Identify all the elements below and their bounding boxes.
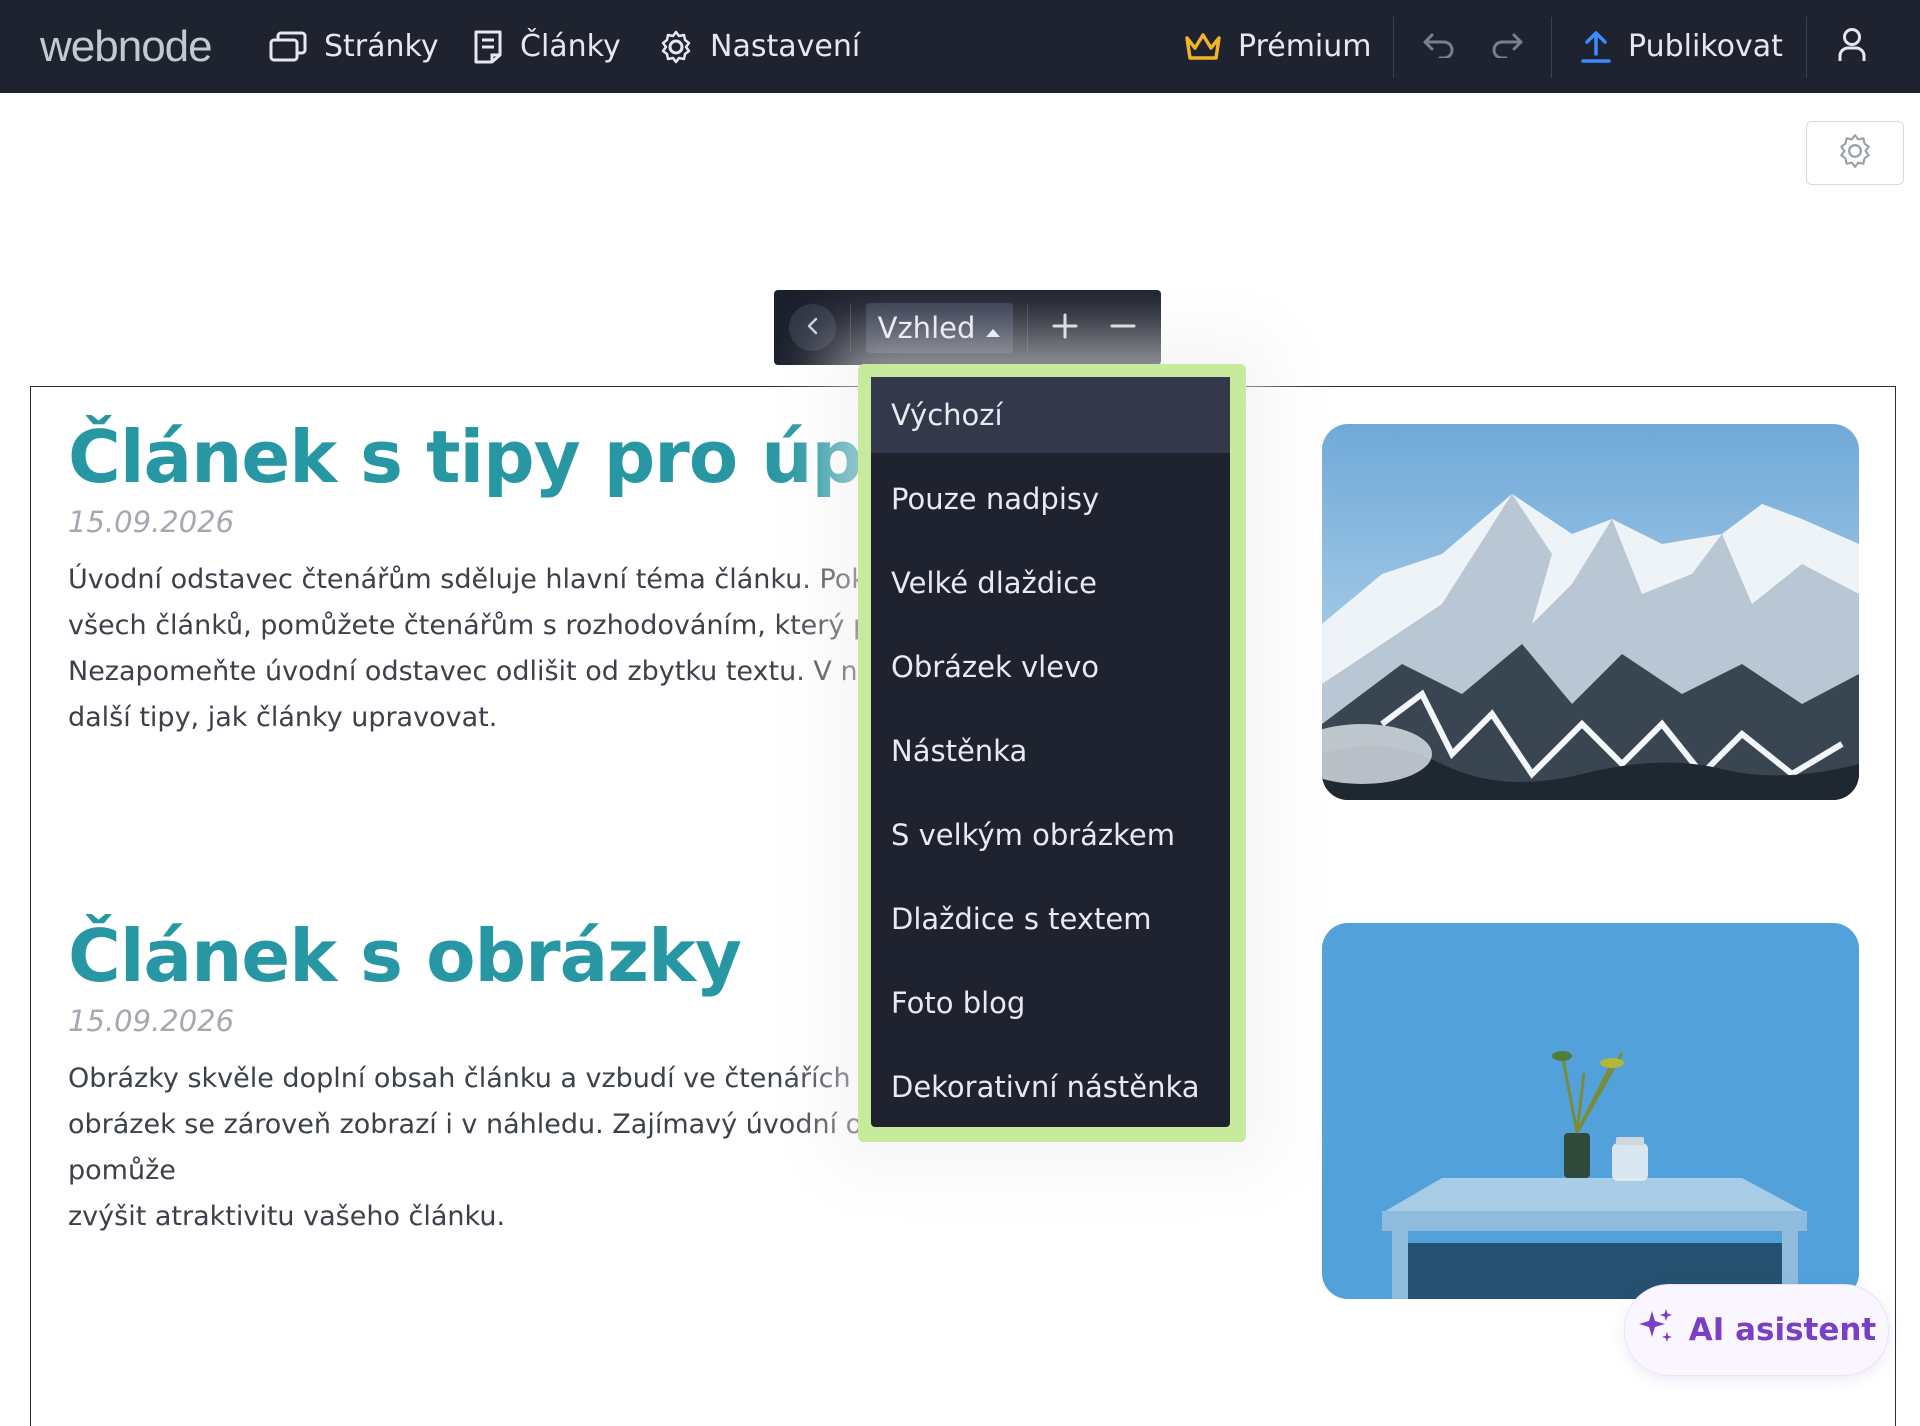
plus-icon bbox=[1052, 313, 1078, 343]
sparkle-icon bbox=[1637, 1307, 1675, 1353]
add-item-button[interactable] bbox=[1040, 303, 1090, 353]
redo-icon bbox=[1490, 32, 1524, 62]
table-vase-image[interactable] bbox=[1322, 923, 1859, 1299]
ai-assistant-button[interactable]: AI asistent bbox=[1624, 1284, 1889, 1376]
article-perex-line: zvýšit atraktivitu vašeho článku. bbox=[68, 1201, 506, 1232]
redo-button[interactable] bbox=[1482, 22, 1532, 72]
undo-icon bbox=[1422, 32, 1456, 62]
back-button[interactable] bbox=[789, 304, 836, 351]
nav-articles[interactable]: Články bbox=[472, 0, 621, 93]
publish-button[interactable]: Publikovat bbox=[1580, 0, 1783, 93]
ai-assistant-label: AI asistent bbox=[1688, 1312, 1877, 1348]
layout-option-nastenka[interactable]: Nástěnka bbox=[871, 713, 1230, 789]
mountain-image[interactable] bbox=[1322, 424, 1859, 800]
remove-item-button[interactable] bbox=[1098, 303, 1148, 353]
appearance-dropdown[interactable]: Vzhled bbox=[866, 303, 1013, 353]
premium-button[interactable]: Prémium bbox=[1184, 0, 1372, 93]
publish-label: Publikovat bbox=[1628, 29, 1783, 64]
layout-option-velke-dlazdice[interactable]: Velké dlaždice bbox=[871, 545, 1230, 621]
webnode-logo[interactable]: webnode bbox=[40, 22, 213, 72]
pages-icon bbox=[268, 30, 308, 64]
appearance-label: Vzhled bbox=[877, 311, 976, 345]
layout-option-vychozi[interactable]: Výchozí bbox=[871, 377, 1230, 453]
nav-pages-label: Stránky bbox=[324, 29, 439, 64]
layout-menu: Výchozí Pouze nadpisy Velké dlaždice Obr… bbox=[858, 364, 1246, 1142]
layout-option-obrazek-vlevo[interactable]: Obrázek vlevo bbox=[871, 629, 1230, 705]
layout-option-foto-blog[interactable]: Foto blog bbox=[871, 965, 1230, 1041]
user-icon bbox=[1837, 27, 1867, 67]
nav-settings[interactable]: Nastavení bbox=[658, 0, 860, 93]
premium-label: Prémium bbox=[1238, 29, 1372, 64]
minus-icon bbox=[1110, 313, 1136, 343]
layout-option-pouze-nadpisy[interactable]: Pouze nadpisy bbox=[871, 461, 1230, 537]
divider bbox=[1027, 304, 1028, 351]
top-bar: webnode Stránky Články Nastavení Prémium bbox=[0, 0, 1920, 93]
chevron-left-icon bbox=[806, 316, 820, 340]
page-settings-button[interactable] bbox=[1806, 121, 1904, 185]
layout-option-dlazdice-s-textem[interactable]: Dlaždice s textem bbox=[871, 881, 1230, 957]
nav-articles-label: Články bbox=[520, 29, 621, 64]
undo-button[interactable] bbox=[1414, 22, 1464, 72]
gear-icon bbox=[1836, 132, 1874, 174]
crown-icon bbox=[1184, 32, 1222, 62]
divider bbox=[1551, 17, 1552, 78]
articles-icon bbox=[472, 29, 504, 65]
nav-pages[interactable]: Stránky bbox=[268, 0, 439, 93]
layout-option-dekorativni-nastenka[interactable]: Dekorativní nástěnka bbox=[871, 1049, 1230, 1125]
gear-icon bbox=[658, 29, 694, 65]
divider bbox=[1393, 17, 1394, 78]
upload-icon bbox=[1580, 30, 1612, 64]
block-toolbar: Vzhled bbox=[774, 290, 1161, 365]
nav-settings-label: Nastavení bbox=[710, 29, 861, 64]
layout-option-s-velkym-obrazkem[interactable]: S velkým obrázkem bbox=[871, 797, 1230, 873]
caret-up-icon bbox=[985, 311, 1001, 345]
divider bbox=[850, 304, 851, 351]
divider bbox=[1806, 17, 1807, 78]
layout-menu-list: Výchozí Pouze nadpisy Velké dlaždice Obr… bbox=[871, 377, 1230, 1127]
account-button[interactable] bbox=[1827, 22, 1877, 72]
